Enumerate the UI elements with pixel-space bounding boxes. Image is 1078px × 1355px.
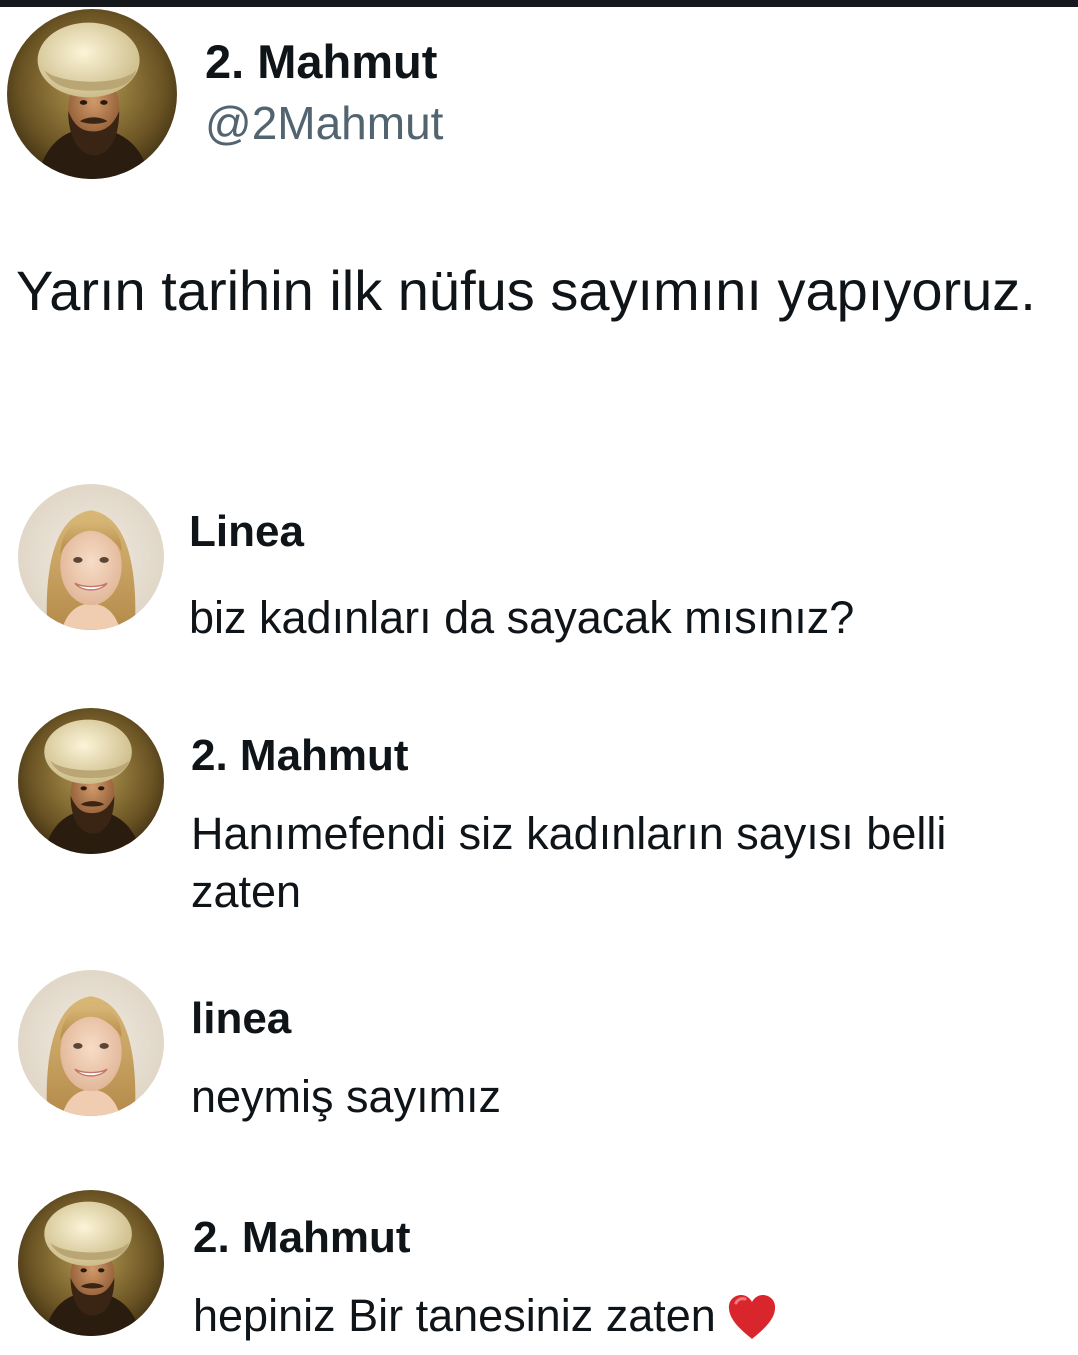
sultan-portrait-avatar (18, 708, 164, 854)
top-border (0, 0, 1078, 7)
reply-text: neymiş sayımız (191, 1071, 502, 1122)
reply-author-name[interactable]: Linea (189, 507, 304, 557)
post-author-name[interactable]: 2. Mahmut (205, 36, 437, 88)
reply-avatar[interactable] (18, 484, 164, 630)
reply-text: hepiniz Bir tanesiniz zaten (193, 1290, 716, 1341)
post-body-text: Yarın tarihin ilk nüfus sayımını yapıyor… (16, 259, 1036, 322)
reply-avatar[interactable] (18, 708, 164, 854)
red-heart-icon (726, 1293, 778, 1341)
woman-portrait-avatar (18, 484, 164, 630)
reply-author-name[interactable]: 2. Mahmut (193, 1213, 411, 1263)
reply-avatar[interactable] (18, 1190, 164, 1336)
reply-author-name[interactable]: 2. Mahmut (191, 731, 409, 781)
reply-text-row: hepiniz Bir tanesiniz zaten (193, 1287, 1013, 1345)
sultan-portrait-avatar (7, 9, 177, 179)
sultan-portrait-avatar (18, 1190, 164, 1336)
reply-author-name[interactable]: linea (191, 994, 291, 1044)
reply-avatar[interactable] (18, 970, 164, 1116)
woman-portrait-avatar (18, 970, 164, 1116)
reply-text: biz kadınları da sayacak mısınız? (189, 592, 855, 643)
post-author-handle[interactable]: @2Mahmut (205, 97, 443, 149)
post-author-avatar[interactable] (7, 9, 177, 179)
reply-text: Hanımefendi siz kadınların sayısı belli … (191, 808, 947, 917)
